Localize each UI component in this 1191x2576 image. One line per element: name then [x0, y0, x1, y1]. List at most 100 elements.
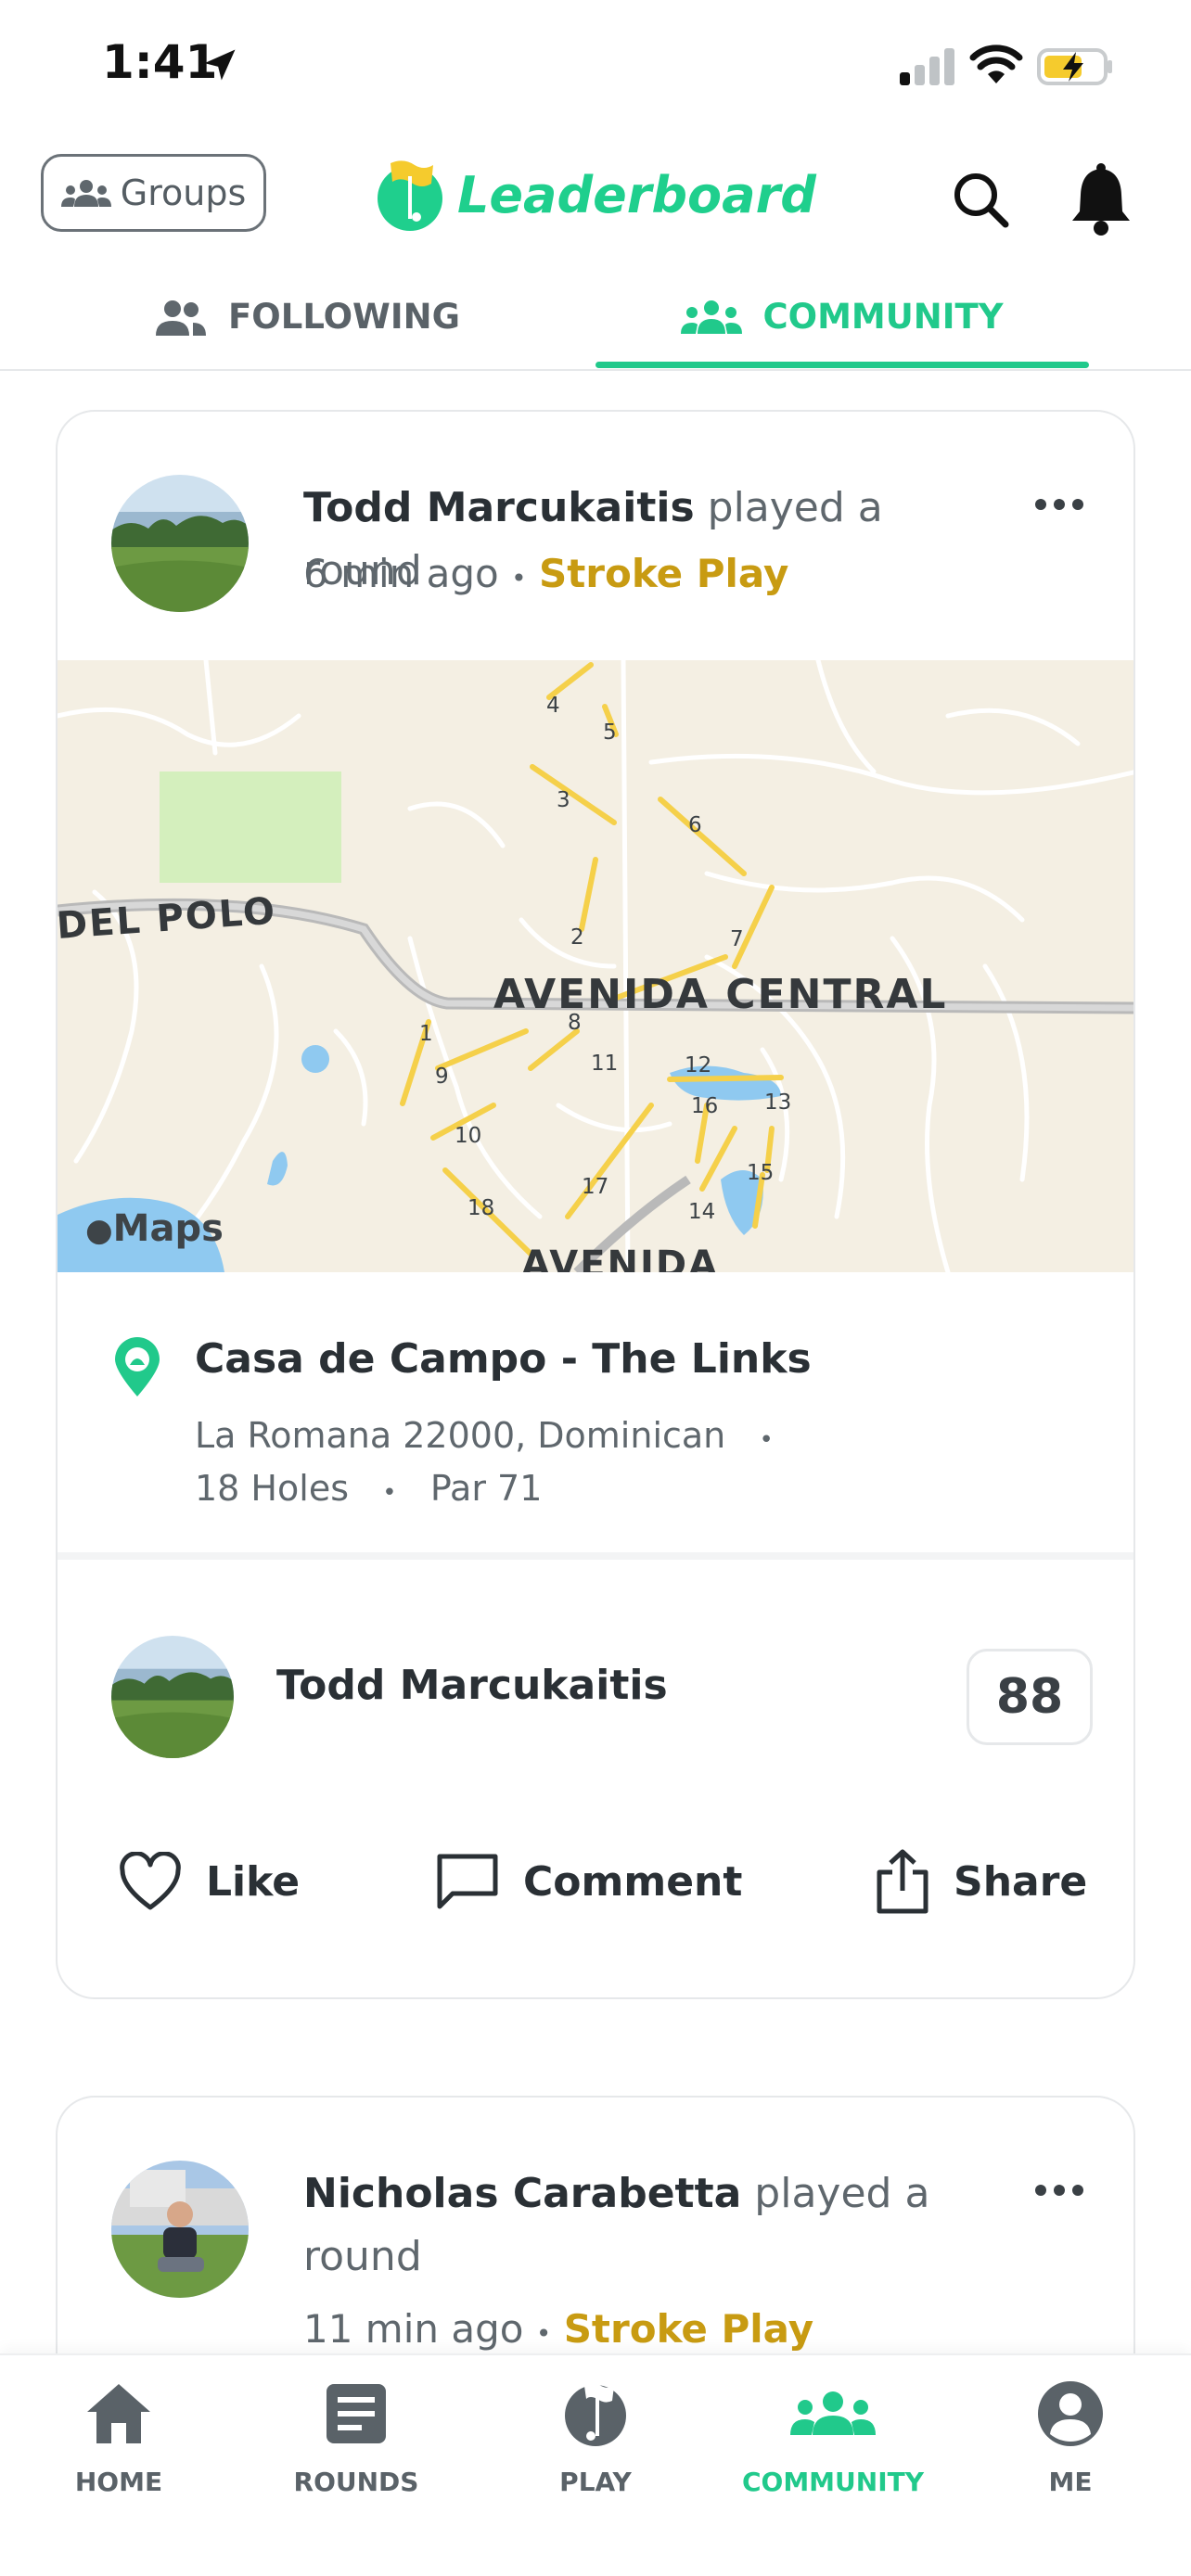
groups-label: Groups [120, 172, 247, 213]
nav-rounds[interactable]: ROUNDS [245, 2372, 467, 2497]
cellular-signal-icon [900, 48, 954, 85]
meta-separator: • [535, 2318, 552, 2349]
svg-text:14: 14 [688, 1200, 715, 1224]
golf-flag-logo-icon [378, 160, 442, 231]
community-icon [790, 2391, 876, 2435]
golf-course-photo [111, 475, 249, 612]
nav-me-label: ME [1048, 2467, 1093, 2497]
post-meta: 6 min ago • Stroke Play [303, 551, 788, 596]
groups-icon [60, 180, 111, 207]
groups-button[interactable]: Groups [41, 154, 266, 232]
post-user-name[interactable]: Nicholas Carabetta [303, 2170, 741, 2217]
comment-label: Comment [523, 1857, 743, 1906]
people-icon [156, 300, 207, 336]
course-location-pin-icon [115, 1337, 160, 1396]
scorecard-icon [327, 2384, 386, 2443]
tab-community[interactable]: COMMUNITY [596, 264, 1089, 369]
share-label: Share [954, 1857, 1088, 1906]
course-holes: 18 Holes [195, 1468, 349, 1509]
search-icon[interactable] [948, 167, 1013, 232]
share-icon [877, 1849, 928, 1914]
course-meta: La Romana 22000, Dominican • 18 Holes • … [195, 1411, 774, 1517]
map-street-avenida-central: AVENIDA CENTRAL [493, 971, 947, 1018]
svg-text:5: 5 [603, 721, 617, 745]
profile-icon [1038, 2381, 1103, 2446]
status-bar: 1:41 [0, 0, 1191, 139]
community-icon [681, 300, 743, 334]
location-arrow-icon [204, 49, 236, 81]
course-name: Casa de Campo - The Links [195, 1335, 812, 1383]
feed-tabs: FOLLOWING COMMUNITY [0, 264, 1191, 371]
nav-me[interactable]: ME [959, 2372, 1182, 2497]
score-player-name: Todd Marcukaitis [276, 1662, 668, 1709]
nav-home-label: HOME [74, 2467, 163, 2497]
svg-text:1: 1 [419, 1022, 433, 1046]
tab-community-label: COMMUNITY [762, 297, 1004, 337]
svg-text:7: 7 [730, 927, 744, 951]
nav-community-label: COMMUNITY [741, 2467, 925, 2497]
svg-text:4: 4 [546, 694, 560, 718]
comment-icon [437, 1854, 498, 1909]
battery-charging-icon [1037, 48, 1112, 85]
svg-text:13: 13 [764, 1090, 791, 1115]
apple-maps-badge: ●Maps [85, 1207, 224, 1250]
nav-play[interactable]: PLAY [484, 2372, 707, 2497]
post-header: Nicholas Carabetta played a round 11 min… [58, 2098, 1133, 2352]
feed-card[interactable]: Todd Marcukaitis played a round 6 min ag… [56, 410, 1135, 1999]
post-actions: Like Comment Share [58, 1830, 1133, 1970]
player-score-row[interactable]: Todd Marcukaitis 88 [58, 1560, 1133, 1773]
avatar [111, 1636, 234, 1758]
svg-text:16: 16 [691, 1094, 718, 1118]
bottom-navigation: HOME ROUNDS PLAY COMMUNITY ME [0, 2353, 1191, 2576]
golf-course-photo [111, 1636, 234, 1758]
nav-play-label: PLAY [559, 2467, 632, 2497]
course-par: Par 71 [429, 1468, 543, 1509]
svg-text:11: 11 [591, 1052, 618, 1076]
course-location: La Romana 22000, Dominican [195, 1415, 726, 1456]
svg-text:9: 9 [435, 1065, 449, 1089]
avatar[interactable] [111, 475, 249, 612]
more-options-icon[interactable] [1031, 495, 1087, 514]
svg-text:12: 12 [685, 1053, 711, 1078]
app-logo: Leaderboard [376, 158, 816, 232]
course-info[interactable]: Casa de Campo - The Links La Romana 2200… [58, 1272, 1133, 1560]
post-header: Todd Marcukaitis played a round 6 min ag… [58, 412, 1133, 660]
meta-dot: • [382, 1479, 397, 1507]
svg-text:6: 6 [688, 813, 702, 837]
maps-badge-label: Maps [112, 1207, 224, 1250]
game-type: Stroke Play [563, 2306, 814, 2352]
active-tab-indicator [596, 362, 1089, 368]
share-button[interactable]: Share [874, 1830, 1087, 1932]
meta-separator: • [511, 563, 527, 593]
svg-text:15: 15 [747, 1161, 774, 1185]
like-button[interactable]: Like [117, 1830, 300, 1932]
nav-home[interactable]: HOME [7, 2372, 230, 2497]
home-icon [87, 2384, 150, 2443]
tab-following-label: FOLLOWING [228, 297, 460, 337]
course-map[interactable]: 45 36 27 81 9 11 12 13 16 10 15 17 18 14 DEL … [58, 660, 1133, 1272]
like-label: Like [206, 1857, 301, 1906]
more-options-icon[interactable] [1031, 2181, 1087, 2200]
svg-text:2: 2 [570, 925, 584, 950]
nav-community[interactable]: COMMUNITY [722, 2372, 944, 2497]
heart-icon [120, 1852, 181, 1910]
post-title: Nicholas Carabetta played a round [303, 2162, 1008, 2289]
svg-text:10: 10 [455, 1124, 481, 1148]
notifications-bell-icon[interactable] [1067, 163, 1135, 237]
post-time: 11 min ago [303, 2306, 524, 2352]
post-user-name[interactable]: Todd Marcukaitis [303, 484, 695, 531]
svg-text:17: 17 [582, 1175, 608, 1199]
wifi-icon [969, 45, 1023, 83]
tab-following[interactable]: FOLLOWING [83, 264, 529, 369]
meta-dot: • [759, 1426, 774, 1454]
comment-button[interactable]: Comment [434, 1830, 742, 1932]
user-photo [111, 2161, 249, 2298]
map-street-avenida: AVENIDA [521, 1243, 719, 1272]
map-graphic: 45 36 27 81 911 1213 1610 1517 18 14 DEL … [58, 660, 1133, 1272]
post-meta: 11 min ago • Stroke Play [303, 2306, 813, 2352]
game-type: Stroke Play [538, 551, 789, 596]
nav-rounds-label: ROUNDS [293, 2467, 419, 2497]
avatar[interactable] [111, 2161, 249, 2298]
svg-text:18: 18 [467, 1196, 494, 1220]
score-badge: 88 [967, 1649, 1093, 1745]
